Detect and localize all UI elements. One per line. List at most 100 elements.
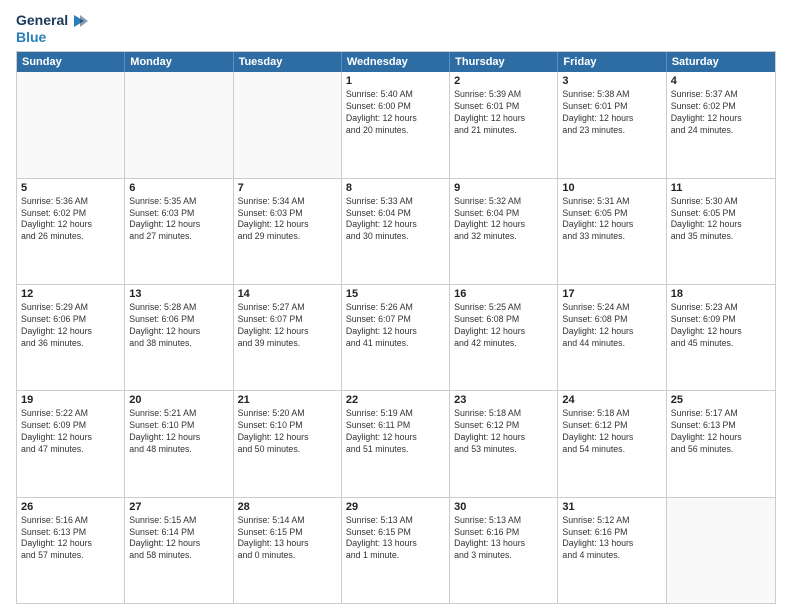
header-day-thursday: Thursday [450,52,558,72]
day-cell-2: 2Sunrise: 5:39 AMSunset: 6:01 PMDaylight… [450,72,558,177]
day-cell-28: 28 Sunrise: 5:14 AMSunset: 6:15 PMDayligh… [234,498,342,603]
day-number: 15 [346,288,445,300]
day-info: Sunrise: 5:29 AMSunset: 6:06 PMDaylight:… [21,302,120,350]
empty-cell-4-6 [667,498,775,603]
day-number: 12 [21,288,120,300]
day-cell-23: 23Sunrise: 5:18 AMSunset: 6:12 PMDayligh… [450,391,558,496]
day-number: 17 [562,288,661,300]
calendar: SundayMondayTuesdayWednesdayThursdayFrid… [16,51,776,604]
day-info: Sunrise: 5:12 AMSunset: 6:16 PMDaylight:… [562,515,661,563]
day-number: 27 [129,501,228,513]
header-day-monday: Monday [125,52,233,72]
day-cell-1: 1Sunrise: 5:40 AMSunset: 6:00 PMDaylight… [342,72,450,177]
day-cell-7: 7 Sunrise: 5:34 AMSunset: 6:03 PMDaylight… [234,179,342,284]
day-number: 9 [454,182,553,194]
day-info: Sunrise: 5:18 AMSunset: 6:12 PMDaylight:… [454,408,553,456]
day-info: Sunrise: 5:21 AMSunset: 6:10 PMDaylight:… [129,408,228,456]
logo: General Blue [16,12,88,45]
day-number: 25 [671,394,771,406]
page: General Blue SundayMondayTuesdayWednesda… [0,0,792,612]
header-day-tuesday: Tuesday [234,52,342,72]
day-cell-14: 14 Sunrise: 5:27 AMSunset: 6:07 PMDayligh… [234,285,342,390]
day-cell-4: 4Sunrise: 5:37 AMSunset: 6:02 PMDaylight… [667,72,775,177]
day-info: Sunrise: 5:13 AMSunset: 6:15 PMDaylight:… [346,515,445,563]
day-info: Sunrise: 5:26 AMSunset: 6:07 PMDaylight:… [346,302,445,350]
day-number: 6 [129,182,228,194]
day-info: Sunrise: 5:14 AMSunset: 6:15 PMDaylight:… [238,515,337,563]
day-number: 31 [562,501,661,513]
day-cell-16: 16 Sunrise: 5:25 AMSunset: 6:08 PMDayligh… [450,285,558,390]
day-number: 20 [129,394,228,406]
day-info: Sunrise: 5:32 AMSunset: 6:04 PMDaylight:… [454,196,553,244]
day-info: Sunrise: 5:18 AMSunset: 6:12 PMDaylight:… [562,408,661,456]
day-cell-20: 20 Sunrise: 5:21 AMSunset: 6:10 PMDayligh… [125,391,233,496]
calendar-body: 1Sunrise: 5:40 AMSunset: 6:00 PMDaylight… [17,72,775,603]
day-number: 10 [562,182,661,194]
day-info: Sunrise: 5:17 AMSunset: 6:13 PMDaylight:… [671,408,771,456]
day-info: Sunrise: 5:34 AMSunset: 6:03 PMDaylight:… [238,196,337,244]
day-number: 24 [562,394,661,406]
day-info: Sunrise: 5:27 AMSunset: 6:07 PMDaylight:… [238,302,337,350]
day-number: 29 [346,501,445,513]
day-number: 4 [671,75,771,87]
day-cell-11: 11Sunrise: 5:30 AMSunset: 6:05 PMDayligh… [667,179,775,284]
week-row-2: 5 Sunrise: 5:36 AMSunset: 6:02 PMDaylight… [17,179,775,285]
day-cell-13: 13 Sunrise: 5:28 AMSunset: 6:06 PMDayligh… [125,285,233,390]
day-cell-19: 19 Sunrise: 5:22 AMSunset: 6:09 PMDayligh… [17,391,125,496]
day-info: Sunrise: 5:22 AMSunset: 6:09 PMDaylight:… [21,408,120,456]
day-cell-25: 25 Sunrise: 5:17 AMSunset: 6:13 PMDayligh… [667,391,775,496]
header-day-wednesday: Wednesday [342,52,450,72]
day-cell-6: 6Sunrise: 5:35 AMSunset: 6:03 PMDaylight… [125,179,233,284]
calendar-header: SundayMondayTuesdayWednesdayThursdayFrid… [17,52,775,72]
week-row-1: 1Sunrise: 5:40 AMSunset: 6:00 PMDaylight… [17,72,775,178]
day-number: 13 [129,288,228,300]
day-cell-10: 10 Sunrise: 5:31 AMSunset: 6:05 PMDayligh… [558,179,666,284]
day-cell-5: 5 Sunrise: 5:36 AMSunset: 6:02 PMDaylight… [17,179,125,284]
day-number: 11 [671,182,771,194]
day-cell-3: 3 Sunrise: 5:38 AMSunset: 6:01 PMDaylight… [558,72,666,177]
day-cell-24: 24 Sunrise: 5:18 AMSunset: 6:12 PMDayligh… [558,391,666,496]
day-number: 28 [238,501,337,513]
day-number: 14 [238,288,337,300]
day-number: 8 [346,182,445,194]
day-info: Sunrise: 5:38 AMSunset: 6:01 PMDaylight:… [562,89,661,137]
day-cell-21: 21 Sunrise: 5:20 AMSunset: 6:10 PMDayligh… [234,391,342,496]
day-cell-29: 29 Sunrise: 5:13 AMSunset: 6:15 PMDayligh… [342,498,450,603]
day-cell-17: 17 Sunrise: 5:24 AMSunset: 6:08 PMDayligh… [558,285,666,390]
day-number: 7 [238,182,337,194]
day-cell-26: 26Sunrise: 5:16 AMSunset: 6:13 PMDayligh… [17,498,125,603]
empty-cell-0-1 [125,72,233,177]
day-number: 1 [346,75,445,87]
day-number: 26 [21,501,120,513]
day-info: Sunrise: 5:20 AMSunset: 6:10 PMDaylight:… [238,408,337,456]
day-cell-30: 30Sunrise: 5:13 AMSunset: 6:16 PMDayligh… [450,498,558,603]
day-info: Sunrise: 5:28 AMSunset: 6:06 PMDaylight:… [129,302,228,350]
empty-cell-0-2 [234,72,342,177]
day-number: 21 [238,394,337,406]
day-number: 19 [21,394,120,406]
day-cell-18: 18Sunrise: 5:23 AMSunset: 6:09 PMDayligh… [667,285,775,390]
day-info: Sunrise: 5:23 AMSunset: 6:09 PMDaylight:… [671,302,771,350]
day-info: Sunrise: 5:15 AMSunset: 6:14 PMDaylight:… [129,515,228,563]
day-number: 5 [21,182,120,194]
day-info: Sunrise: 5:36 AMSunset: 6:02 PMDaylight:… [21,196,120,244]
day-cell-15: 15 Sunrise: 5:26 AMSunset: 6:07 PMDayligh… [342,285,450,390]
day-info: Sunrise: 5:39 AMSunset: 6:01 PMDaylight:… [454,89,553,137]
day-info: Sunrise: 5:33 AMSunset: 6:04 PMDaylight:… [346,196,445,244]
day-info: Sunrise: 5:31 AMSunset: 6:05 PMDaylight:… [562,196,661,244]
week-row-4: 19 Sunrise: 5:22 AMSunset: 6:09 PMDayligh… [17,391,775,497]
day-info: Sunrise: 5:25 AMSunset: 6:08 PMDaylight:… [454,302,553,350]
day-info: Sunrise: 5:24 AMSunset: 6:08 PMDaylight:… [562,302,661,350]
empty-cell-0-0 [17,72,125,177]
day-cell-9: 9 Sunrise: 5:32 AMSunset: 6:04 PMDaylight… [450,179,558,284]
week-row-5: 26Sunrise: 5:16 AMSunset: 6:13 PMDayligh… [17,498,775,603]
day-number: 3 [562,75,661,87]
logo-arrow-icon [70,12,88,30]
day-cell-31: 31 Sunrise: 5:12 AMSunset: 6:16 PMDayligh… [558,498,666,603]
day-cell-27: 27 Sunrise: 5:15 AMSunset: 6:14 PMDayligh… [125,498,233,603]
day-number: 22 [346,394,445,406]
day-cell-8: 8 Sunrise: 5:33 AMSunset: 6:04 PMDaylight… [342,179,450,284]
day-cell-12: 12 Sunrise: 5:29 AMSunset: 6:06 PMDayligh… [17,285,125,390]
day-number: 16 [454,288,553,300]
header-day-sunday: Sunday [17,52,125,72]
